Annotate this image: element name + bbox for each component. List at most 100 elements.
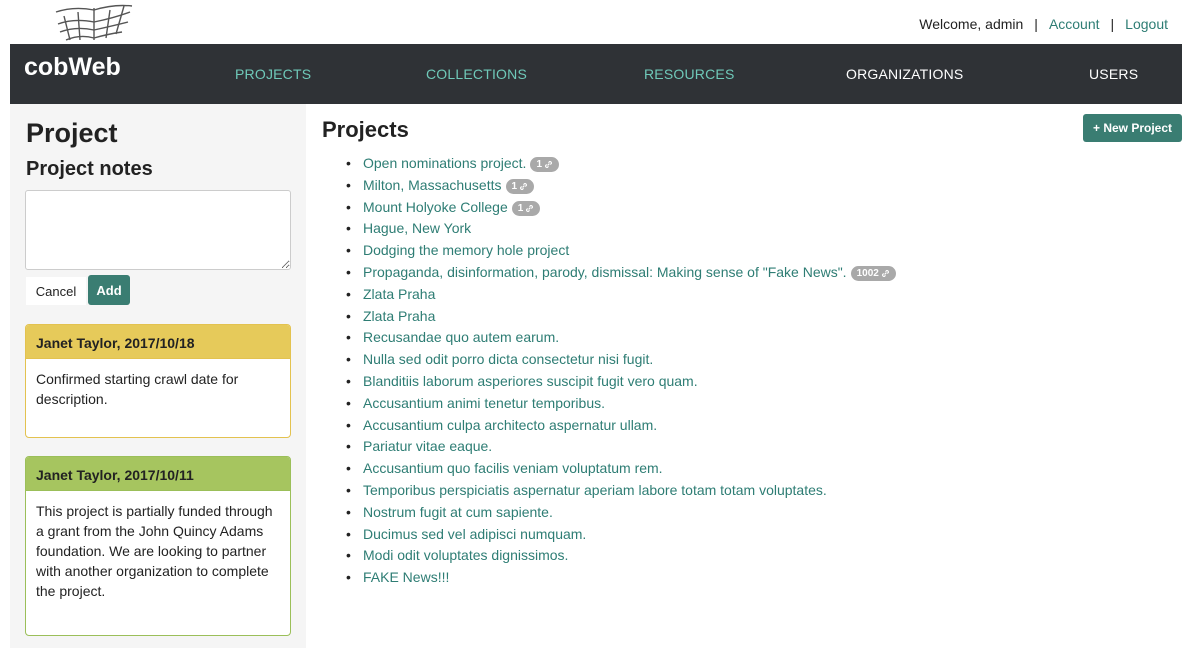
badge-count: 1 [511,180,518,192]
add-note-button[interactable]: Add [88,275,130,305]
project-link[interactable]: Hague, New York [363,220,471,236]
project-link[interactable]: FAKE News!!! [363,569,449,585]
link-icon [526,204,534,212]
list-bullet: • [346,176,351,193]
list-bullet: • [346,285,351,302]
link-icon [520,182,528,190]
project-link[interactable]: Nostrum fugit at cum sapiente. [363,504,553,520]
project-list: • Open nominations project. 1 • Milton, Mass… [346,153,896,589]
list-bullet: • [346,460,351,477]
project-list-item: • Nulla sed odit porro dicta consectetur … [346,349,896,371]
project-list-item: • Zlata Praha [346,306,896,328]
logout-link[interactable]: Logout [1125,16,1168,32]
project-sidebar: Project Project notes Cancel Add Janet T… [10,104,306,648]
project-list-item: • Pariatur vitae eaque. [346,436,896,458]
project-list-item: • Blanditiis laborum asperiores suscipit … [346,371,896,393]
project-link[interactable]: Accusantium quo facilis veniam voluptatu… [363,460,663,476]
user-links: Welcome, admin | Account | Logout [919,16,1168,32]
list-bullet: • [346,198,351,215]
badge-count: 1 [517,202,524,214]
project-link[interactable]: Nulla sed odit porro dicta consectetur n… [363,351,653,367]
project-link[interactable]: Temporibus perspiciatis aspernatur aperi… [363,482,827,498]
note-author-date: Janet Taylor, 2017/10/11 [26,457,290,491]
note-text: This project is partially funded through… [36,503,273,599]
project-link[interactable]: Milton, Massachusetts [363,177,502,193]
project-notes-heading: Project notes [26,158,153,180]
project-link[interactable]: Pariatur vitae eaque. [363,438,492,454]
project-list-item: • Propaganda, disinformation, parody, dis… [346,262,896,284]
account-link[interactable]: Account [1049,16,1100,32]
top-bar: Welcome, admin | Account | Logout [0,0,1182,44]
project-link[interactable]: Ducimus sed vel adipisci numquam. [363,526,586,542]
list-bullet: • [346,547,351,564]
list-bullet: • [346,438,351,455]
list-bullet: • [346,329,351,346]
badge-count: 1002 [856,267,879,279]
project-list-item: • Open nominations project. 1 [346,153,896,175]
nav-organizations[interactable]: ORGANIZATIONS [846,66,963,82]
project-list-item: • Recusandae quo autem earum. [346,327,896,349]
project-link[interactable]: Zlata Praha [363,308,435,324]
note-card: Janet Taylor, 2017/10/11 This project is… [25,456,291,636]
new-project-button[interactable]: + New Project [1083,114,1182,142]
link-icon [881,269,889,277]
project-list-item: • Accusantium culpa architecto aspernatur… [346,415,896,437]
project-link[interactable]: Blanditiis laborum asperiores suscipit f… [363,373,698,389]
nav-resources[interactable]: RESOURCES [644,66,734,82]
welcome-text: Welcome, admin [919,16,1024,32]
nav-users[interactable]: USERS [1089,66,1138,82]
project-list-item: • Accusantium animi tenetur temporibus. [346,393,896,415]
project-link[interactable]: Accusantium culpa architecto aspernatur … [363,417,657,433]
list-bullet: • [346,351,351,368]
resource-count-badge: 1002 [850,265,896,281]
link-icon [545,161,552,168]
brand-logo[interactable]: cobWeb [24,53,121,82]
list-bullet: • [346,155,351,171]
project-list-item: • Accusantium quo facilis veniam voluptat… [346,458,896,480]
list-bullet: • [346,263,351,280]
project-list-item: • Dodging the memory hole project [346,240,896,262]
project-list-item: • Nostrum fugit at cum sapiente. [346,502,896,524]
project-link[interactable]: Propaganda, disinformation, parody, dism… [363,264,847,280]
project-list-item: • Temporibus perspiciatis aspernatur aper… [346,480,896,502]
note-author-date: Janet Taylor, 2017/10/18 [26,325,290,359]
list-bullet: • [346,416,351,433]
project-link[interactable]: Zlata Praha [363,286,435,302]
resource-count-badge: 1 [505,178,535,194]
list-bullet: • [346,220,351,237]
sidebar-title: Project [26,118,118,148]
project-note-input[interactable] [25,190,291,270]
project-list-item: • Hague, New York [346,218,896,240]
project-list-item: • Milton, Massachusetts 1 [346,175,896,197]
project-list-item: • Ducimus sed vel adipisci numquam. [346,524,896,546]
list-bullet: • [346,394,351,411]
separator: | [1034,16,1038,32]
project-list-item: • Modi odit voluptates dignissimos. [346,545,896,567]
badge-count: 1 [536,159,542,170]
main-navbar: cobWeb PROJECTS COLLECTIONS RESOURCES OR… [10,44,1182,104]
separator: | [1110,16,1115,32]
nav-collections[interactable]: COLLECTIONS [426,66,527,82]
page-title: Projects [322,117,409,142]
cancel-button[interactable]: Cancel [26,277,86,305]
list-bullet: • [346,307,351,324]
project-link[interactable]: Modi odit voluptates dignissimos. [363,547,568,563]
list-bullet: • [346,525,351,542]
note-card: Janet Taylor, 2017/10/18 Confirmed start… [25,324,291,438]
resource-count-badge: 1 [530,157,559,172]
nav-projects[interactable]: PROJECTS [235,66,311,82]
project-link[interactable]: Dodging the memory hole project [363,242,569,258]
cobweb-logo-icon [55,4,133,41]
project-list-item: • FAKE News!!! [346,567,896,589]
list-bullet: • [346,372,351,389]
project-link[interactable]: Recusandae quo autem earum. [363,329,559,345]
list-bullet: • [346,569,351,586]
list-bullet: • [346,481,351,498]
project-link[interactable]: Accusantium animi tenetur temporibus. [363,395,605,411]
project-link[interactable]: Mount Holyoke College [363,199,508,215]
note-text: Confirmed starting crawl date for descri… [36,371,239,407]
project-list-item: • Mount Holyoke College 1 [346,197,896,219]
project-link[interactable]: Open nominations project. [363,155,526,171]
list-bullet: • [346,242,351,259]
project-list-item: • Zlata Praha [346,284,896,306]
